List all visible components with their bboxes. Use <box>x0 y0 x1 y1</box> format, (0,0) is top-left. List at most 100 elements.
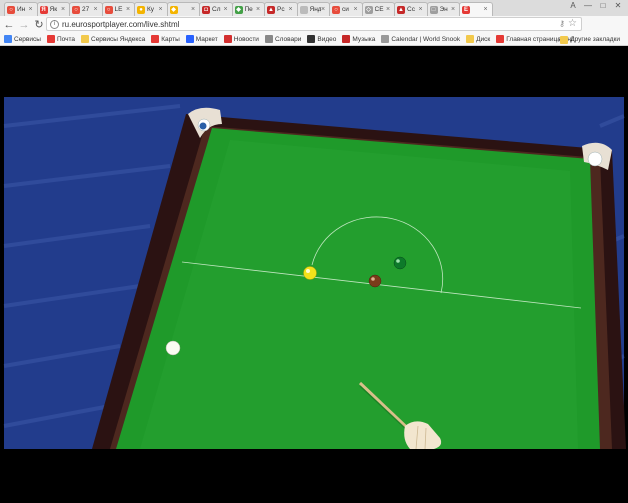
bookmark-favicon-icon <box>381 35 390 43</box>
bookmark-label: Calendar | World Snook <box>391 35 461 43</box>
tab-favicon-icon: ▲ <box>397 5 405 14</box>
minimize-button[interactable]: — <box>582 1 594 11</box>
bookmark-favicon-icon <box>264 35 273 43</box>
browser-tab[interactable]: ● Ку × <box>134 2 168 16</box>
url-text[interactable]: ru.eurosportplayer.com/live.shtml <box>62 20 179 29</box>
tab-favicon-icon <box>299 5 308 14</box>
tab-close-icon[interactable]: × <box>256 6 262 13</box>
bookmark-item[interactable]: Calendar | World Snook <box>381 35 460 43</box>
address-bar[interactable]: i ru.eurosportplayer.com/live.shtml ⚷ ☆ <box>46 17 582 31</box>
browser-tab[interactable]: Я Як × <box>36 2 70 16</box>
tab-favicon-icon: ○ <box>332 5 340 14</box>
tab-favicon-icon: ◆ <box>234 5 243 14</box>
tab-close-icon[interactable]: × <box>386 6 392 13</box>
tab-favicon-icon: Я <box>39 5 48 14</box>
bookmark-favicon-icon <box>496 35 505 43</box>
tab-close-icon[interactable]: × <box>29 6 35 13</box>
tab-close-icon[interactable]: × <box>159 6 165 13</box>
tab-close-icon[interactable]: × <box>354 6 360 13</box>
browser-tab[interactable]: ◘ Сл × <box>199 2 233 16</box>
bookmark-label: Сервисы Яндекса <box>91 35 146 43</box>
bookmark-label: Новости <box>233 35 259 43</box>
forward-arrow-icon[interactable]: → <box>18 19 30 31</box>
browser-tab[interactable]: Яндек× <box>296 2 330 16</box>
browser-tab[interactable]: ◇ СЕ × <box>361 2 395 16</box>
browser-tab[interactable]: ▲ Сс × <box>394 2 428 16</box>
browser-tab[interactable]: ▲ Pc × <box>264 2 298 16</box>
info-icon[interactable]: i <box>50 19 59 29</box>
back-arrow-icon[interactable]: ← <box>3 19 15 31</box>
profile-button[interactable]: A <box>567 1 579 11</box>
tab-close-icon[interactable]: × <box>126 6 132 13</box>
key-icon[interactable]: ⚷ <box>559 18 565 30</box>
green-ball <box>393 256 407 270</box>
tab-close-icon[interactable]: × <box>224 6 230 13</box>
tab-close-icon[interactable]: × <box>61 6 67 13</box>
cue-ball <box>165 340 181 356</box>
reload-icon[interactable]: ↻ <box>33 19 45 31</box>
bookmark-label: Сервисы <box>14 35 41 43</box>
bookmark-item[interactable]: Словари <box>264 35 302 43</box>
bookmark-item[interactable]: Карты <box>151 35 180 43</box>
bookmark-item[interactable]: Диск <box>466 35 490 43</box>
bookmark-favicon-icon <box>185 35 194 43</box>
maximize-button[interactable]: □ <box>597 1 609 11</box>
tab-favicon-icon: ○ <box>104 5 113 14</box>
tab-title: Яндек <box>309 6 322 13</box>
tab-title: 27 <box>82 6 90 13</box>
browser-tab[interactable]: E × <box>459 2 493 16</box>
tab-favicon-icon: ● <box>137 5 145 14</box>
browser-tab[interactable]: ○ Ин × <box>4 2 38 16</box>
brown-ball <box>368 274 382 288</box>
tab-favicon-icon: ▲ <box>267 5 275 14</box>
bookmark-label: Музыка <box>352 35 376 43</box>
bookmark-label: Карты <box>161 35 180 43</box>
bookmark-item[interactable]: Видео <box>307 35 336 43</box>
bookmark-item[interactable]: Почта <box>46 35 75 43</box>
bookmark-label: Видео <box>317 35 337 43</box>
tab-favicon-icon: ○ <box>72 5 80 14</box>
bookmark-favicon-icon <box>307 35 316 43</box>
bookmark-item[interactable]: Музыка <box>342 35 375 43</box>
bookmark-star-icon[interactable]: ☆ <box>568 18 577 30</box>
tab-title: Як <box>49 6 58 13</box>
bookmarks-bar: Сервисы Почта Сервисы Яндекса Карты Маркет Но… <box>0 33 628 46</box>
tab-close-icon[interactable]: × <box>451 6 457 13</box>
browser-tab[interactable]: ◆ Пе × <box>231 2 265 16</box>
snooker-table-frame <box>0 97 628 503</box>
tab-title: Ку <box>147 6 155 13</box>
browser-tab[interactable]: ○ 27 × <box>69 2 103 16</box>
tab-title: Pc <box>277 6 285 13</box>
bookmark-item[interactable]: Маркет <box>185 35 218 43</box>
video-player[interactable] <box>0 46 628 503</box>
browser-tab[interactable]: ◆ × <box>166 2 200 16</box>
tab-title: си <box>342 6 349 13</box>
letterbox-bottom <box>0 449 628 503</box>
tab-favicon-icon: ◇ <box>364 5 373 14</box>
tab-title: СЕ <box>374 6 384 13</box>
tabs: ○Ин×ЯЯк×○27×○LE×●Ку×◆×◘Сл×◆Пе×▲Pc×Яндек×… <box>4 2 493 16</box>
browser-tab[interactable]: ○ си × <box>329 2 363 16</box>
bookmark-item[interactable]: Сервисы <box>4 35 41 43</box>
tab-title: Сс <box>407 6 415 13</box>
bookmark-label: Диск <box>476 35 491 43</box>
tab-close-icon[interactable]: × <box>321 6 327 13</box>
tab-close-icon[interactable]: × <box>191 6 197 13</box>
tab-close-icon[interactable]: × <box>419 6 425 13</box>
bookmark-item[interactable]: Сервисы Яндекса <box>81 35 145 43</box>
tab-close-icon[interactable]: × <box>289 6 295 13</box>
tab-close-icon[interactable]: × <box>94 6 100 13</box>
tab-close-icon[interactable]: × <box>484 6 490 13</box>
yellow-ball <box>303 266 317 280</box>
bookmark-favicon-icon <box>223 35 232 43</box>
bookmark-label: Словари <box>274 35 302 43</box>
other-bookmarks[interactable]: Другие закладки <box>560 33 626 46</box>
browser-tab[interactable]: □ Эн × <box>426 2 460 16</box>
window-controls: A — □ ✕ <box>567 1 624 11</box>
close-window-button[interactable]: ✕ <box>612 1 624 11</box>
bookmark-item[interactable]: Новости <box>223 35 259 43</box>
bookmark-favicon-icon <box>4 35 12 43</box>
bookmark-label: Почта <box>56 35 75 43</box>
browser-tab[interactable]: ○ LE × <box>101 2 135 16</box>
tab-title: Пе <box>244 6 253 13</box>
